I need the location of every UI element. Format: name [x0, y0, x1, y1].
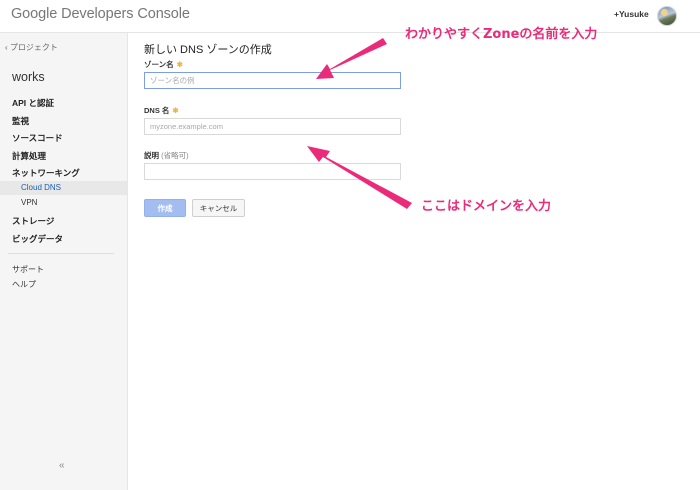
sidebar-item-vpn[interactable]: VPN: [21, 198, 37, 207]
sidebar-item-big-data[interactable]: ビッグデータ: [12, 233, 63, 245]
console-logo[interactable]: Google Developers Console: [11, 6, 190, 22]
required-icon: ✱: [176, 60, 183, 69]
dns-name-label: DNS 名 ✱: [144, 105, 179, 116]
optional-hint: (省略可): [161, 151, 189, 160]
sidebar-item-source-code[interactable]: ソースコード: [12, 132, 63, 144]
annotation-zone-name: わかりやすくZoneの名前を入力: [405, 27, 598, 42]
dns-name-input[interactable]: [144, 118, 401, 135]
description-label-text: 説明: [144, 151, 159, 160]
description-input[interactable]: [144, 163, 401, 180]
sidebar-item-storage[interactable]: ストレージ: [12, 215, 54, 227]
avatar[interactable]: [657, 6, 677, 26]
active-nav-highlight: [0, 181, 127, 195]
zone-name-label-text: ゾーン名: [144, 60, 174, 69]
sidebar-item-cloud-dns[interactable]: Cloud DNS: [21, 183, 61, 192]
sidebar-item-networking[interactable]: ネットワーキング: [12, 167, 80, 179]
main-content: 新しい DNS ゾーンの作成 ゾーン名✱ DNS 名✱ 説明 (省略可) 作成 …: [128, 33, 700, 490]
collapse-sidebar-button[interactable]: «: [59, 460, 65, 471]
sidebar-item-api-auth[interactable]: API と認証: [12, 97, 54, 109]
zone-name-input[interactable]: [144, 72, 401, 89]
required-icon: ✱: [172, 106, 179, 115]
sidebar-item-support[interactable]: サポート: [12, 264, 44, 275]
annotation-dns-name: ここはドメインを入力: [421, 199, 552, 214]
page-title: 新しい DNS ゾーンの作成: [144, 44, 272, 56]
sidebar: ‹ プロジェクト works API と認証 監視 ソースコード 計算処理 ネッ…: [0, 33, 128, 490]
sidebar-item-help[interactable]: ヘルプ: [12, 279, 36, 290]
create-button[interactable]: 作成: [144, 199, 186, 217]
sidebar-item-monitoring[interactable]: 監視: [12, 115, 29, 127]
zone-name-label: ゾーン名 ✱: [144, 59, 183, 70]
sidebar-divider: [8, 253, 114, 254]
description-label: 説明 (省略可): [144, 150, 189, 161]
cancel-button[interactable]: キャンセル: [192, 199, 245, 217]
dns-name-label-text: DNS 名: [144, 106, 170, 115]
sidebar-item-compute[interactable]: 計算処理: [12, 150, 46, 162]
user-profile-link[interactable]: +Yusuke: [614, 9, 649, 19]
project-name: works: [12, 70, 45, 84]
back-to-projects-link[interactable]: ‹ プロジェクト: [5, 42, 58, 53]
